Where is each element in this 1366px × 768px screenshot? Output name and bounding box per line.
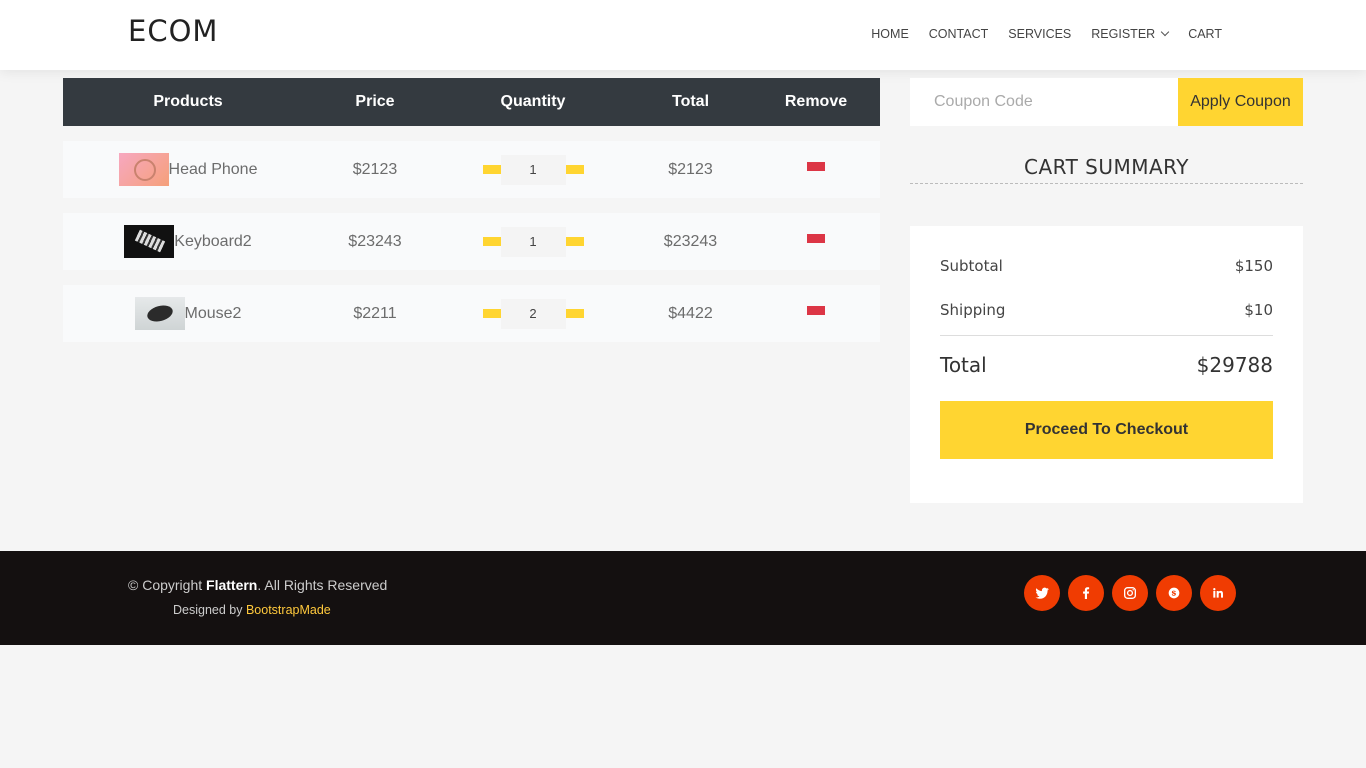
cart-table: Products Price Quantity Total Remove Hea…	[63, 78, 880, 342]
decrease-quantity-button[interactable]	[482, 309, 501, 318]
summary-divider	[910, 183, 1303, 184]
cart-summary-box: Subtotal $150 Shipping $10 Total $29788 …	[910, 226, 1303, 503]
skype-link[interactable]	[1156, 575, 1192, 611]
instagram-link[interactable]	[1112, 575, 1148, 611]
product-name: Mouse2	[184, 304, 242, 322]
header-products: Products	[153, 93, 223, 110]
table-row: Mouse2 $2211 $4422	[63, 285, 880, 342]
copyright-brand: Flattern	[206, 577, 258, 593]
skype-icon	[1168, 587, 1180, 599]
nav-register-label: REGISTER	[1091, 27, 1156, 41]
nav-contact[interactable]: CONTACT	[929, 27, 989, 41]
nav-home[interactable]: HOME	[871, 27, 909, 41]
copyright-prefix: © Copyright	[128, 577, 207, 593]
product-total: $2123	[668, 160, 713, 178]
decrease-quantity-button[interactable]	[482, 237, 501, 246]
designed-by-text: Designed by BootstrapMade	[173, 603, 331, 617]
product-name: Keyboard2	[174, 232, 252, 250]
product-name: Head Phone	[168, 160, 258, 178]
total-value: $29788	[1196, 353, 1273, 377]
increase-quantity-button[interactable]	[565, 309, 584, 318]
table-row: Keyboard2 $23243 $23243	[63, 213, 880, 270]
main-nav: HOME CONTACT SERVICES REGISTER CART	[871, 27, 1222, 41]
header-quantity: Quantity	[500, 93, 566, 110]
linkedin-icon	[1213, 588, 1223, 598]
remove-item-button[interactable]	[807, 306, 825, 315]
total-row: Total $29788	[940, 353, 1273, 377]
site-footer: © Copyright Flattern. All Rights Reserve…	[0, 551, 1366, 645]
coupon-form: Apply Coupon	[910, 78, 1303, 126]
increase-quantity-button[interactable]	[565, 165, 584, 174]
header-remove: Remove	[784, 93, 848, 110]
remove-item-button[interactable]	[807, 162, 825, 171]
quantity-stepper	[437, 154, 629, 185]
designed-by-prefix: Designed by	[173, 603, 246, 617]
product-image-headphone	[118, 153, 169, 186]
nav-register[interactable]: REGISTER	[1091, 27, 1170, 41]
coupon-code-input[interactable]	[910, 78, 1178, 126]
product-price: $23243	[348, 232, 402, 250]
header-total: Total	[671, 93, 710, 110]
remove-cell	[752, 306, 880, 315]
proceed-to-checkout-button[interactable]: Proceed To Checkout	[940, 401, 1273, 459]
linkedin-link[interactable]	[1200, 575, 1236, 611]
copyright-text: © Copyright Flattern. All Rights Reserve…	[128, 577, 387, 593]
product-cell: Head Phone	[63, 153, 313, 186]
social-links	[1024, 575, 1236, 611]
brand-logo[interactable]: ECOM	[128, 14, 218, 48]
shipping-value: $10	[1244, 301, 1273, 319]
quantity-stepper	[437, 226, 629, 257]
subtotal-value: $150	[1234, 257, 1273, 275]
remove-cell	[752, 162, 880, 171]
header-price: Price	[355, 93, 395, 110]
product-image-keyboard	[124, 225, 175, 258]
decrease-quantity-button[interactable]	[482, 165, 501, 174]
twitter-link[interactable]	[1024, 575, 1060, 611]
subtotal-label: Subtotal	[940, 257, 1003, 275]
copyright-suffix: . All Rights Reserved	[257, 577, 388, 593]
quantity-input[interactable]	[500, 298, 566, 329]
site-header: ECOM HOME CONTACT SERVICES REGISTER CART	[0, 0, 1366, 70]
remove-cell	[752, 234, 880, 243]
twitter-icon	[1035, 587, 1049, 599]
quantity-input[interactable]	[500, 226, 566, 257]
subtotal-row: Subtotal $150	[940, 257, 1273, 275]
bootstrapmade-link[interactable]: BootstrapMade	[246, 603, 331, 617]
shipping-label: Shipping	[940, 301, 1006, 319]
cart-table-header: Products Price Quantity Total Remove	[63, 78, 880, 126]
table-row: Head Phone $2123 $2123	[63, 141, 880, 198]
product-price: $2123	[352, 160, 398, 178]
product-image-mouse	[134, 297, 185, 330]
remove-item-button[interactable]	[807, 234, 825, 243]
quantity-input[interactable]	[500, 154, 566, 185]
product-total: $23243	[663, 232, 718, 250]
cart-summary-title: CART SUMMARY	[1023, 155, 1190, 179]
increase-quantity-button[interactable]	[565, 237, 584, 246]
product-total: $4422	[668, 304, 713, 322]
product-price: $2211	[353, 304, 397, 322]
nav-services[interactable]: SERVICES	[1008, 27, 1071, 41]
nav-cart[interactable]: CART	[1188, 27, 1222, 41]
product-cell: Mouse2	[63, 297, 313, 330]
shipping-row: Shipping $10	[940, 301, 1273, 319]
chevron-down-icon	[1160, 27, 1170, 37]
total-divider	[940, 335, 1273, 336]
facebook-link[interactable]	[1068, 575, 1104, 611]
facebook-icon	[1083, 587, 1090, 599]
quantity-stepper	[437, 298, 629, 329]
total-label: Total	[940, 353, 987, 377]
product-cell: Keyboard2	[63, 225, 313, 258]
apply-coupon-button[interactable]: Apply Coupon	[1178, 78, 1303, 126]
instagram-icon	[1124, 587, 1136, 599]
